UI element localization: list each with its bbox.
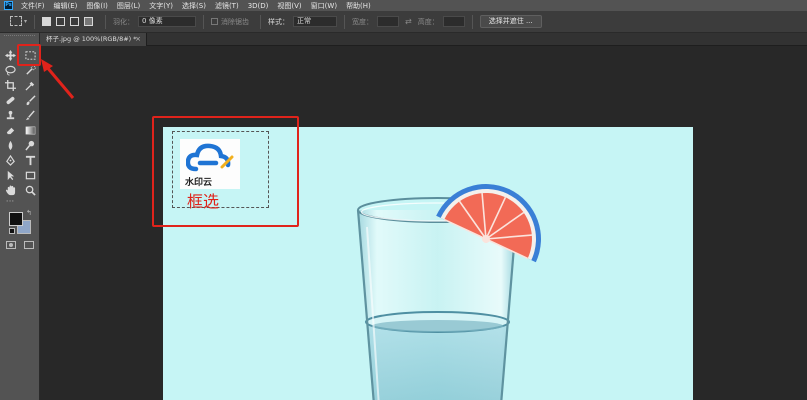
- menu-help[interactable]: 帮助(H): [346, 1, 371, 11]
- zoom-tool-icon[interactable]: [23, 184, 37, 197]
- style-select-value: 正常: [297, 17, 312, 25]
- close-icon[interactable]: ×: [135, 33, 141, 46]
- subtract-selection-icon[interactable]: [70, 17, 80, 26]
- move-tool-icon[interactable]: [3, 49, 17, 62]
- feather-input[interactable]: 0 像素: [138, 16, 197, 27]
- crop-tool-icon[interactable]: [3, 79, 17, 92]
- menu-image[interactable]: 图像(I): [86, 1, 108, 11]
- foreground-color-swatch[interactable]: [9, 212, 23, 226]
- menu-file[interactable]: 文件(F): [21, 1, 45, 11]
- divider: [105, 14, 107, 29]
- style-label: 样式：: [268, 17, 290, 26]
- select-and-mask-button[interactable]: 选择并遮住 ...: [479, 15, 542, 28]
- rect-marquee-preset-icon: [10, 15, 22, 26]
- menu-view[interactable]: 视图(V): [277, 1, 301, 11]
- height-label: 高度：: [417, 17, 439, 26]
- divider: [260, 14, 262, 29]
- default-colors-icon[interactable]: [9, 228, 15, 234]
- swap-colors-icon[interactable]: ↰: [26, 209, 32, 217]
- eyedropper-tool-icon[interactable]: [23, 79, 37, 92]
- pen-tool-icon[interactable]: [3, 154, 17, 167]
- eraser-tool-icon[interactable]: [3, 124, 17, 137]
- menu-3d[interactable]: 3D(D): [248, 2, 269, 10]
- antialias-checkbox[interactable]: [211, 18, 219, 25]
- swap-dimensions-icon[interactable]: ⇄: [405, 17, 412, 26]
- feather-label: 羽化：: [113, 17, 135, 26]
- menu-edit[interactable]: 编辑(E): [54, 1, 78, 11]
- dodge-tool-icon[interactable]: [23, 139, 37, 152]
- screen-mode-icon[interactable]: [24, 241, 34, 249]
- panel-grip: [4, 35, 35, 41]
- tool-preset-picker[interactable]: [10, 15, 22, 28]
- menu-select[interactable]: 选择(S): [182, 1, 206, 11]
- type-tool-icon[interactable]: [23, 154, 37, 167]
- intersect-selection-icon[interactable]: [84, 17, 94, 26]
- brush-tool-icon[interactable]: [23, 94, 37, 107]
- tool-highlight-box: [17, 44, 41, 66]
- blur-tool-icon[interactable]: [3, 139, 17, 152]
- width-label: 宽度：: [352, 17, 374, 26]
- rectangle-tool-icon[interactable]: [23, 169, 37, 182]
- app-logo: Ps: [4, 1, 13, 10]
- lasso-tool-icon[interactable]: [3, 64, 17, 77]
- divider: [344, 14, 346, 29]
- healing-brush-tool-icon[interactable]: [3, 94, 17, 107]
- divider: [471, 14, 473, 29]
- photoshop-window: Ps 文件(F) 编辑(E) 图像(I) 图层(L) 文字(Y) 选择(S) 滤…: [0, 0, 807, 400]
- more-tools-icon[interactable]: ···: [3, 196, 17, 209]
- clone-stamp-tool-icon[interactable]: [3, 109, 17, 122]
- new-selection-icon[interactable]: [42, 17, 52, 26]
- menu-bar: Ps 文件(F) 编辑(E) 图像(I) 图层(L) 文字(Y) 选择(S) 滤…: [0, 0, 807, 11]
- document-tab[interactable]: 杯子.jpg @ 100%(RGB/8#) * ×: [40, 33, 147, 46]
- menu-layer[interactable]: 图层(L): [117, 1, 140, 11]
- annotation-caption: 框选: [187, 192, 220, 211]
- antialias-label: 消除锯齿: [221, 17, 250, 26]
- document-tab-strip: 杯子.jpg @ 100%(RGB/8#) * ×: [40, 33, 807, 46]
- add-selection-icon[interactable]: [56, 17, 66, 26]
- style-select[interactable]: 正常: [293, 16, 338, 27]
- divider: [203, 14, 205, 29]
- width-input[interactable]: [377, 16, 400, 27]
- gradient-tool-icon[interactable]: [23, 124, 37, 137]
- menu-type[interactable]: 文字(Y): [149, 1, 173, 11]
- chevron-down-icon: ▾: [24, 18, 28, 25]
- menu-filter[interactable]: 滤镜(T): [215, 1, 239, 11]
- menu-window[interactable]: 窗口(W): [311, 1, 337, 11]
- history-brush-tool-icon[interactable]: [23, 109, 37, 122]
- logo-highlight-box: [152, 116, 299, 227]
- path-selection-tool-icon[interactable]: [3, 169, 17, 182]
- quick-mask-icon[interactable]: [6, 241, 16, 249]
- options-bar: ▾ 羽化： 0 像素 消除锯齿 样式： 正常 宽度： ⇄ 高度： 选择并遮住 .…: [0, 11, 807, 33]
- divider: [34, 14, 36, 29]
- document-tab-title: 杯子.jpg @ 100%(RGB/8#) *: [46, 35, 137, 43]
- height-input[interactable]: [442, 16, 465, 27]
